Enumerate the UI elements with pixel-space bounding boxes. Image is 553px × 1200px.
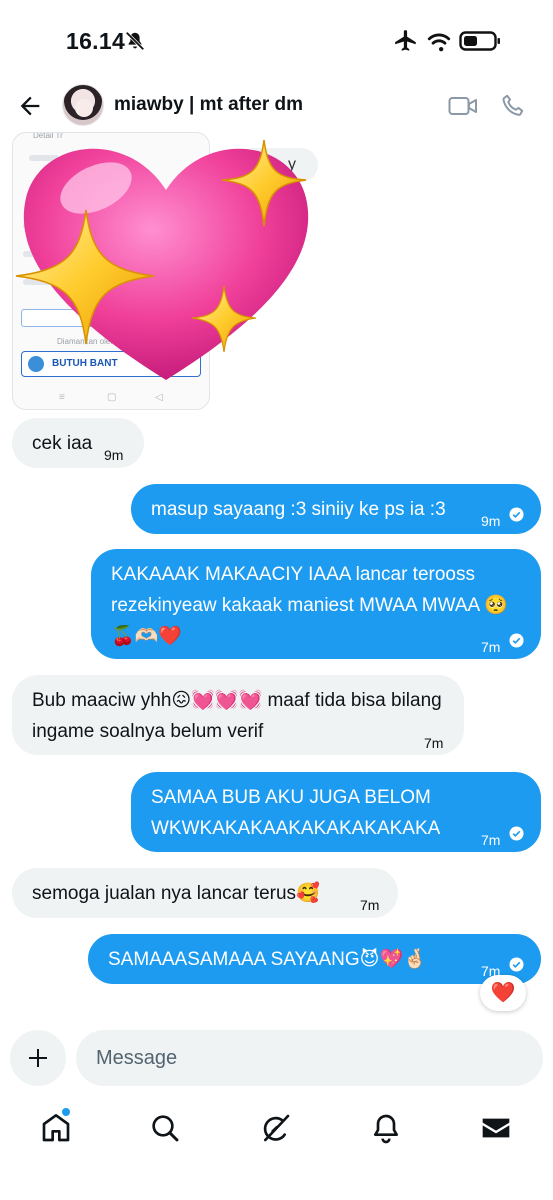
message-timestamp: 9m [481, 513, 501, 529]
messages-icon [482, 1118, 510, 1138]
message-timestamp: 7m [481, 832, 501, 848]
nav-messages[interactable] [476, 1108, 516, 1148]
message-text: semoga jualan nya lancar terus🥰 [32, 883, 320, 904]
message-timestamp: 7m [481, 639, 501, 655]
wifi-icon [427, 33, 451, 52]
back-arrow-icon[interactable] [16, 92, 44, 120]
message-timestamp: 7m [424, 735, 444, 751]
search-icon [152, 1115, 179, 1142]
message-outgoing[interactable]: SAMAAASAMAAA SAYAANG😈💖🤞🏻 7m [88, 934, 541, 984]
message-text: cek iaa [32, 433, 93, 454]
home-icon [42, 1114, 70, 1142]
heart-reaction[interactable]: ❤️ [480, 975, 526, 1011]
message-timestamp: 7m [360, 897, 380, 913]
status-time: 16.14 [66, 28, 126, 54]
nav-grok[interactable] [256, 1108, 296, 1148]
read-check-icon [509, 507, 524, 522]
video-call-icon[interactable] [448, 93, 478, 119]
home-notification-dot [62, 1108, 70, 1116]
read-check-icon [509, 826, 524, 841]
sparkling-heart-sticker [15, 139, 309, 380]
message-outgoing[interactable]: masup sayaang :3 siniiy ke ps ia :3 9m [131, 484, 541, 534]
airplane-icon [395, 30, 416, 51]
nav-notifications[interactable] [366, 1108, 406, 1148]
nav-home[interactable] [36, 1108, 76, 1148]
notifications-icon [374, 1114, 398, 1144]
read-check-icon [509, 957, 524, 972]
grok-icon [263, 1114, 290, 1142]
message-incoming[interactable]: Bub maaciw yhh😖💓💓💓 maaf tida bisa bilang… [12, 675, 464, 755]
nav-search[interactable] [145, 1108, 185, 1148]
phone-call-icon[interactable] [500, 92, 526, 118]
plus-icon [29, 1049, 47, 1067]
message-text: SAMAA BUB AKU JUGA BELOM WKWKAKAKAAKAKAK… [151, 787, 441, 839]
message-composer [0, 1028, 553, 1088]
mute-icon [125, 31, 145, 51]
message-timestamp: 9m [104, 447, 124, 463]
read-check-icon [509, 633, 524, 648]
message-incoming[interactable]: semoga jualan nya lancar terus🥰 7m [12, 868, 398, 918]
message-text: Bub maaciw yhh😖💓💓💓 maaf tida bisa bilang… [32, 690, 448, 742]
message-outgoing[interactable]: SAMAA BUB AKU JUGA BELOM WKWKAKAKAAKAKAK… [131, 772, 541, 852]
chat-title[interactable]: miawby | mt after dm [114, 94, 303, 116]
add-attachment-button[interactable] [10, 1030, 66, 1086]
message-incoming[interactable]: cek iaa 9m [12, 418, 144, 468]
message-input[interactable] [76, 1030, 543, 1086]
message-text: masup sayaang :3 siniiy ke ps ia :3 [151, 499, 446, 520]
battery-icon [459, 31, 500, 51]
message-text: SAMAAASAMAAA SAYAANG😈💖🤞🏻 [108, 949, 427, 970]
message-outgoing[interactable]: KAKAAAK MAKAACIY IAAA lancar terooss rez… [91, 549, 541, 659]
status-bar: 16.14 [0, 0, 553, 80]
bottom-navigation [0, 1098, 553, 1158]
message-text: KAKAAAK MAKAACIY IAAA lancar terooss rez… [111, 564, 509, 647]
